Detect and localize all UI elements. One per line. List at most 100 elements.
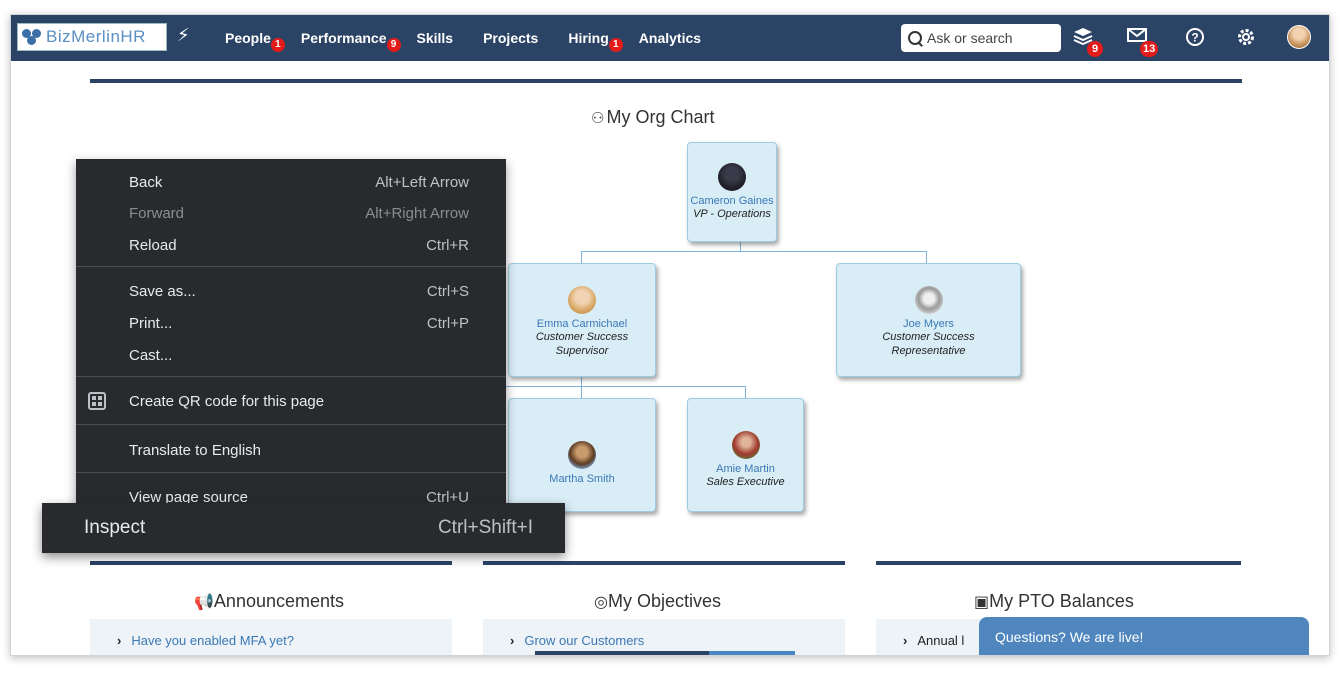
menu-item-print[interactable]: Print... Ctrl+P bbox=[76, 310, 506, 338]
nav-label: People bbox=[225, 30, 271, 46]
menu-item-forward[interactable]: Forward Alt+Right Arrow bbox=[76, 200, 506, 228]
nav-item-analytics[interactable]: Analytics bbox=[639, 30, 701, 46]
org-connector bbox=[926, 251, 927, 263]
org-connector bbox=[581, 386, 582, 398]
menu-item-shortcut: Ctrl+P bbox=[426, 315, 469, 332]
menu-separator bbox=[76, 424, 506, 425]
user-avatar[interactable] bbox=[1287, 25, 1311, 49]
nav-label: Projects bbox=[483, 30, 539, 46]
section-divider bbox=[90, 79, 1242, 83]
avatar bbox=[731, 431, 760, 459]
panel-divider bbox=[90, 561, 452, 565]
pto-item[interactable]: › Annual l bbox=[903, 633, 964, 648]
nav-badge: 9 bbox=[386, 38, 401, 52]
nav-item-hiring[interactable]: Hiring 1 bbox=[568, 30, 623, 52]
nav-badge: 1 bbox=[270, 38, 285, 52]
org-node-name: Joe Myers bbox=[903, 318, 954, 330]
target-icon: ◎ bbox=[594, 594, 608, 611]
search-icon bbox=[907, 30, 923, 46]
menu-item-shortcut: Ctrl+R bbox=[426, 237, 469, 254]
nav-item-people[interactable]: People 1 bbox=[225, 30, 285, 52]
people-logo-icon bbox=[20, 27, 44, 47]
menu-item-shortcut: Ctrl+S bbox=[426, 283, 469, 300]
chevron-right-icon: › bbox=[510, 633, 515, 648]
org-node-name: Cameron Gaines bbox=[690, 195, 774, 207]
menu-item-shortcut: Ctrl+Shift+I bbox=[437, 517, 533, 538]
live-chat-widget[interactable]: Questions? We are live! bbox=[979, 617, 1309, 655]
menu-item-label: Create QR code for this page bbox=[129, 393, 325, 410]
org-connector bbox=[581, 251, 926, 252]
objectives-title-text: My Objectives bbox=[607, 591, 721, 611]
nav-item-projects[interactable]: Projects bbox=[483, 30, 538, 46]
org-node-cameron-gaines[interactable]: Cameron Gaines VP - Operations bbox=[687, 142, 777, 242]
announcement-item[interactable]: › Have you enabled MFA yet? bbox=[117, 633, 294, 648]
calendar-icon: ▣ bbox=[974, 594, 990, 611]
top-navigation-bar: BizMerlinHR ⚡ People 1 Performance 9 Ski… bbox=[11, 15, 1329, 61]
menu-item-translate[interactable]: Translate to English bbox=[76, 437, 506, 465]
objective-progress-bar bbox=[535, 651, 795, 655]
org-node-title: Sales Executive bbox=[706, 476, 785, 488]
panel-divider bbox=[876, 561, 1241, 565]
org-chart-title-text: My Org Chart bbox=[606, 107, 715, 127]
org-chart-title: ⚇ My Org Chart bbox=[591, 107, 714, 128]
org-node-title: Customer Success Supervisor bbox=[535, 331, 629, 357]
panel-divider bbox=[483, 561, 845, 565]
menu-item-cast[interactable]: Cast... bbox=[76, 342, 506, 370]
org-connector bbox=[745, 386, 746, 398]
chevron-right-icon: › bbox=[117, 633, 122, 648]
avatar bbox=[914, 286, 943, 314]
menu-item-reload[interactable]: Reload Ctrl+R bbox=[76, 232, 506, 260]
avatar bbox=[568, 286, 596, 314]
menu-item-shortcut: Alt+Left Arrow bbox=[375, 174, 469, 191]
org-chart-icon: ⚇ bbox=[591, 110, 605, 127]
search-placeholder: Ask or search bbox=[927, 30, 1013, 46]
qr-code-icon bbox=[88, 392, 106, 410]
objective-link[interactable]: Grow our Customers bbox=[524, 633, 644, 648]
menu-item-save-as[interactable]: Save as... Ctrl+S bbox=[76, 278, 506, 306]
browser-window: BizMerlinHR ⚡ People 1 Performance 9 Ski… bbox=[10, 14, 1330, 656]
menu-item-back[interactable]: Back Alt+Left Arrow bbox=[76, 169, 506, 197]
chevron-right-icon: › bbox=[903, 633, 908, 648]
announcement-link[interactable]: Have you enabled MFA yet? bbox=[131, 633, 294, 648]
svg-text:?: ? bbox=[1191, 31, 1198, 45]
org-node-name: Amie Martin bbox=[716, 463, 775, 475]
menu-item-label: Reload bbox=[129, 237, 177, 254]
nav-item-performance[interactable]: Performance 9 bbox=[301, 30, 401, 52]
objectives-title: ◎My Objectives bbox=[594, 591, 721, 612]
avatar bbox=[568, 441, 596, 469]
nav-label: Hiring bbox=[568, 30, 609, 46]
org-node-name: Emma Carmichael bbox=[536, 318, 628, 330]
pto-title-text: My PTO Balances bbox=[989, 591, 1134, 611]
org-node-amie-martin[interactable]: Amie Martin Sales Executive bbox=[687, 398, 804, 512]
menu-item-label: Forward bbox=[129, 205, 185, 222]
chat-label: Questions? We are live! bbox=[995, 629, 1144, 645]
messages-badge: 13 bbox=[1140, 41, 1159, 57]
nav-label: Analytics bbox=[638, 30, 702, 46]
menu-item-label: Cast... bbox=[129, 347, 173, 364]
search-input[interactable]: Ask or search bbox=[901, 24, 1061, 52]
help-icon[interactable]: ? bbox=[1185, 27, 1205, 52]
lightning-bolt-icon[interactable]: ⚡ bbox=[177, 25, 190, 46]
org-connector bbox=[581, 251, 582, 263]
menu-separator bbox=[76, 472, 506, 473]
org-node-martha-smith[interactable]: Martha Smith bbox=[508, 398, 656, 512]
pto-item-label: Annual l bbox=[917, 633, 965, 648]
org-node-joe-myers[interactable]: Joe Myers Customer Success Representativ… bbox=[836, 263, 1021, 377]
menu-item-label: Translate to English bbox=[129, 442, 262, 459]
menu-item-label: Print... bbox=[129, 315, 173, 332]
org-node-name: Martha Smith bbox=[549, 473, 615, 485]
app-logo[interactable]: BizMerlinHR bbox=[17, 23, 167, 51]
menu-item-inspect[interactable]: Inspect Ctrl+Shift+I bbox=[42, 503, 565, 553]
announcements-title: 📢Announcements bbox=[194, 591, 344, 612]
menu-item-label: Back bbox=[129, 174, 163, 191]
menu-item-create-qr-code[interactable]: Create QR code for this page bbox=[76, 388, 506, 416]
nav-item-skills[interactable]: Skills bbox=[417, 30, 454, 46]
objective-item[interactable]: › Grow our Customers bbox=[510, 633, 644, 648]
menu-item-shortcut: Alt+Right Arrow bbox=[365, 205, 469, 222]
menu-item-label: Save as... bbox=[129, 283, 196, 300]
objective-progress-fill bbox=[535, 651, 710, 655]
org-node-emma-carmichael[interactable]: Emma Carmichael Customer Success Supervi… bbox=[508, 263, 656, 377]
org-node-title: Customer Success Representative bbox=[882, 331, 975, 357]
logo-text: BizMerlinHR bbox=[46, 27, 146, 46]
gear-icon[interactable] bbox=[1236, 27, 1256, 52]
